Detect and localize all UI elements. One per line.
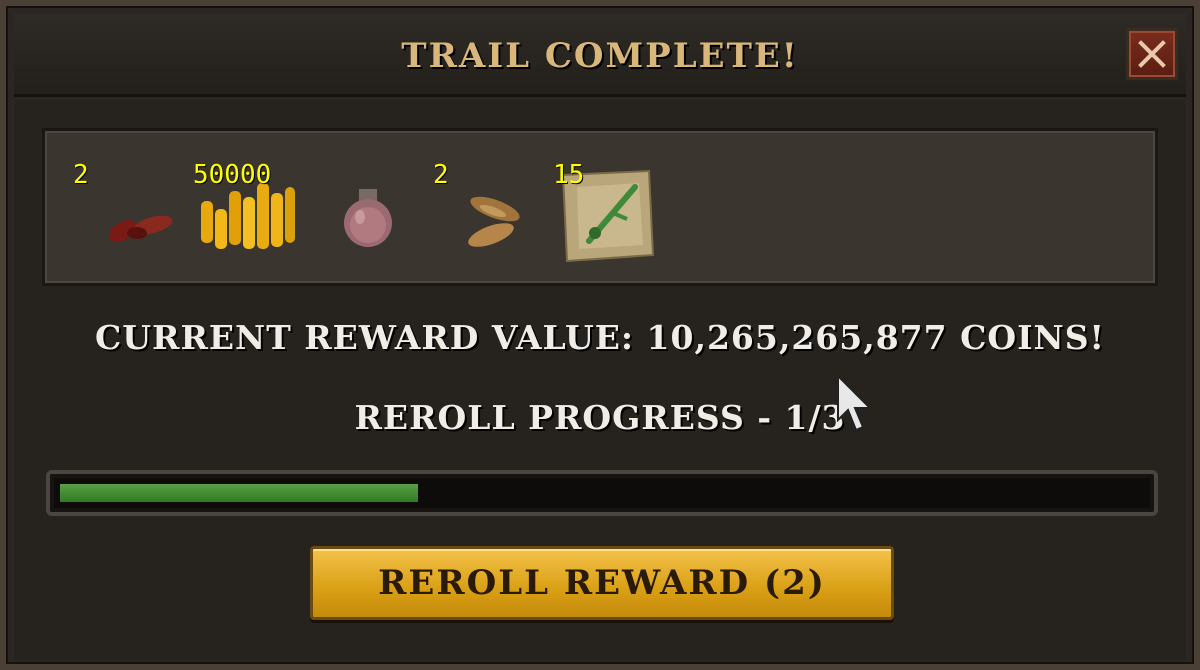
trail-complete-window: TRAIL COMPLETE! 2 50000 2 15 CURRENT REW… [0,0,1200,670]
reward-items-panel: 2 50000 2 15 [42,128,1158,286]
item-quantity: 50000 [193,160,272,190]
brown-feather-icon [468,196,520,247]
reroll-progress-bar [46,470,1158,516]
reroll-progress-fill [60,484,418,502]
reward-item[interactable]: 2 [433,153,543,263]
item-quantity: 2 [73,160,89,190]
reward-item[interactable]: 15 [553,153,663,263]
reward-item[interactable] [313,153,423,263]
item-quantity: 15 [553,160,585,190]
reward-item[interactable]: 50000 [193,153,303,263]
potion-vial-icon [344,189,392,247]
window-title: TRAIL COMPLETE! [401,36,799,76]
reward-item[interactable]: 2 [73,153,183,263]
reroll-progress-label: REROLL PROGRESS - 1/3 [354,398,846,437]
close-icon [1138,40,1166,68]
reroll-reward-button[interactable]: REROLL REWARD (2) [310,546,894,620]
close-button[interactable] [1126,28,1178,80]
red-feather-icon [109,215,173,242]
title-bar: TRAIL COMPLETE! [14,14,1186,97]
mouse-cursor-icon [837,374,873,432]
current-reward-value: CURRENT REWARD VALUE: 10,265,265,877 COI… [94,318,1106,357]
window-body: 2 50000 2 15 CURRENT REWARD VALUE: 10,26… [14,100,1186,660]
item-quantity: 2 [433,160,449,190]
reroll-reward-label: REROLL REWARD (2) [378,563,826,603]
